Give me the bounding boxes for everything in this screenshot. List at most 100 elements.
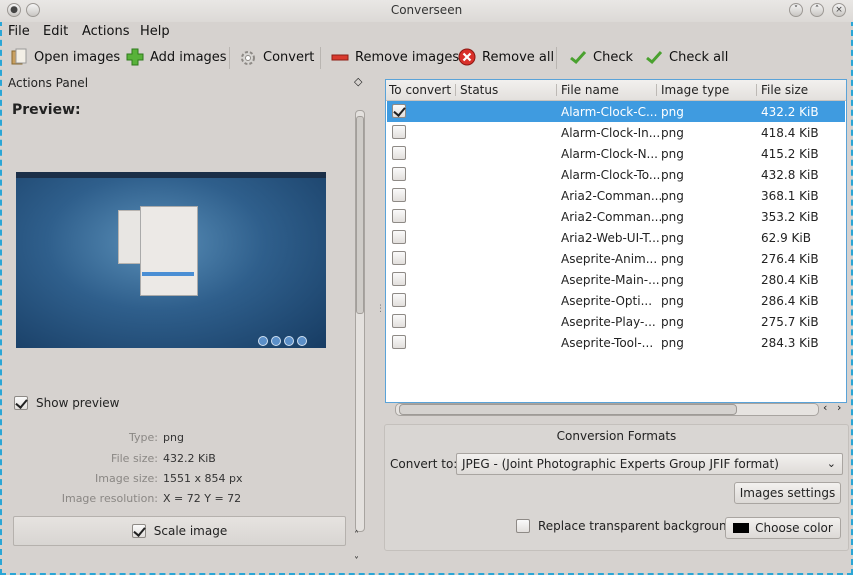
replace-transparent-checkbox[interactable] (516, 519, 530, 533)
row-file-name: Alarm-Clock-In... (561, 126, 661, 140)
remove-all-label: Remove all (482, 49, 555, 65)
menu-help[interactable]: Help (140, 24, 170, 39)
replace-transparent-label: Replace transparent background (538, 519, 735, 533)
row-convert-checkbox[interactable] (392, 209, 406, 223)
table-row[interactable]: Aria2-Comman... png 353.2 KiB (387, 206, 845, 227)
table-row[interactable]: Alarm-Clock-N... png 415.2 KiB (387, 143, 845, 164)
scale-image-checkbox[interactable] (131, 524, 146, 538)
check-button[interactable]: Check (569, 46, 633, 68)
minimize-icon[interactable]: ˅ (789, 3, 803, 17)
replace-transparent-toggle[interactable]: Replace transparent background (516, 519, 734, 533)
row-convert-checkbox[interactable] (392, 146, 406, 160)
row-file-size: 353.2 KiB (761, 210, 819, 224)
table-horizontal-scrollbar[interactable]: ‹ › (385, 401, 847, 416)
minus-icon (331, 48, 349, 66)
row-convert-checkbox[interactable] (392, 104, 406, 118)
row-convert-checkbox[interactable] (392, 272, 406, 286)
row-file-name: Aseprite-Play-... (561, 315, 656, 329)
row-file-size: 368.1 KiB (761, 189, 819, 203)
preview-highlight (142, 272, 194, 276)
show-preview-toggle[interactable]: Show preview (14, 396, 120, 410)
info-image-size-label: Image size: (95, 472, 158, 485)
row-image-type: png (661, 273, 684, 287)
add-icon (126, 48, 144, 66)
choose-color-button[interactable]: Choose color (725, 517, 841, 539)
info-file-size-label: File size: (111, 452, 158, 465)
scroll-down-icon[interactable]: ˅ (354, 556, 359, 567)
format-select[interactable]: JPEG - (Joint Photographic Experts Group… (456, 453, 843, 475)
table-row[interactable]: Aseprite-Play-... png 275.7 KiB (387, 311, 845, 332)
row-convert-checkbox[interactable] (392, 314, 406, 328)
scroll-right-icon[interactable]: › (837, 401, 841, 414)
remove-all-button[interactable]: Remove all (458, 46, 554, 68)
float-panel-icon[interactable]: ◇ (354, 75, 362, 88)
menu-file[interactable]: File (8, 24, 30, 39)
row-file-size: 280.4 KiB (761, 273, 819, 287)
menu-actions[interactable]: Actions (82, 24, 130, 39)
row-image-type: png (661, 126, 684, 140)
scroll-left-icon[interactable]: ‹ (823, 401, 827, 414)
table-row[interactable]: Alarm-Clock-C... png 432.2 KiB (387, 101, 845, 122)
scrollbar-thumb[interactable] (399, 404, 737, 415)
row-file-size: 286.4 KiB (761, 294, 819, 308)
table-row[interactable]: Aseprite-Main-... png 280.4 KiB (387, 269, 845, 290)
row-image-type: png (661, 315, 684, 329)
title-bar: ● Converseen ˅ ˄ × (0, 0, 853, 22)
row-image-type: png (661, 336, 684, 350)
column-file-name[interactable]: File name (561, 83, 619, 97)
table-row[interactable]: Alarm-Clock-In... png 418.4 KiB (387, 122, 845, 143)
row-convert-checkbox[interactable] (392, 125, 406, 139)
check-icon (569, 48, 587, 66)
maximize-icon[interactable]: ˄ (810, 3, 824, 17)
column-to-convert[interactable]: To convert (389, 83, 451, 97)
convert-to-label: Convert to: (390, 457, 458, 471)
close-icon[interactable]: × (832, 3, 846, 17)
info-resolution-label: Image resolution: (61, 492, 158, 505)
choose-color-label: Choose color (755, 521, 833, 535)
convert-label: Convert (263, 49, 315, 65)
remove-images-button[interactable]: Remove images (331, 46, 459, 68)
row-convert-checkbox[interactable] (392, 251, 406, 265)
row-file-size: 432.8 KiB (761, 168, 819, 182)
open-images-label: Open images (34, 49, 121, 65)
table-row[interactable]: Aria2-Comman... png 368.1 KiB (387, 185, 845, 206)
column-separator (756, 84, 757, 96)
convert-button[interactable]: Convert (239, 46, 314, 68)
show-preview-checkbox[interactable] (14, 396, 28, 410)
row-file-name: Aseprite-Main-... (561, 273, 660, 287)
row-convert-checkbox[interactable] (392, 230, 406, 244)
row-convert-checkbox[interactable] (392, 188, 406, 202)
column-image-type[interactable]: Image type (661, 83, 729, 97)
row-image-type: png (661, 168, 684, 182)
table-row[interactable]: Alarm-Clock-To... png 432.8 KiB (387, 164, 845, 185)
remove-all-icon (458, 48, 476, 66)
actions-panel-scrollbar[interactable]: ˄ ˅ (353, 110, 365, 567)
toolbar-separator (229, 47, 230, 69)
open-images-button[interactable]: Open images (10, 46, 120, 68)
row-convert-checkbox[interactable] (392, 167, 406, 181)
table-row[interactable]: Aseprite-Opti... png 286.4 KiB (387, 290, 845, 311)
menu-edit[interactable]: Edit (43, 24, 68, 39)
table-row[interactable]: Aseprite-Anim... png 276.4 KiB (387, 248, 845, 269)
column-status[interactable]: Status (460, 83, 498, 97)
add-images-button[interactable]: Add images (126, 46, 227, 68)
gear-icon (239, 48, 257, 66)
row-convert-checkbox[interactable] (392, 335, 406, 349)
check-all-button[interactable]: Check all (645, 46, 728, 68)
info-resolution-value: X = 72 Y = 72 (163, 492, 242, 505)
images-settings-button[interactable]: Images settings (734, 482, 841, 504)
scale-image-group[interactable]: Scale image (13, 516, 346, 546)
remove-images-label: Remove images (355, 49, 460, 65)
panel-splitter[interactable]: ⋮ (375, 74, 385, 550)
row-convert-checkbox[interactable] (392, 293, 406, 307)
row-file-size: 275.7 KiB (761, 315, 819, 329)
format-select-value: JPEG - (Joint Photographic Experts Group… (462, 457, 779, 471)
scrollbar-thumb[interactable] (356, 116, 364, 314)
scroll-up-icon[interactable]: ˄ (354, 530, 359, 541)
row-file-size: 415.2 KiB (761, 147, 819, 161)
table-row[interactable]: Aseprite-Tool-... png 284.3 KiB (387, 332, 845, 353)
check-all-icon (645, 48, 663, 66)
column-file-size[interactable]: File size (761, 83, 808, 97)
row-file-size: 418.4 KiB (761, 126, 819, 140)
table-row[interactable]: Aria2-Web-UI-T... png 62.9 KiB (387, 227, 845, 248)
